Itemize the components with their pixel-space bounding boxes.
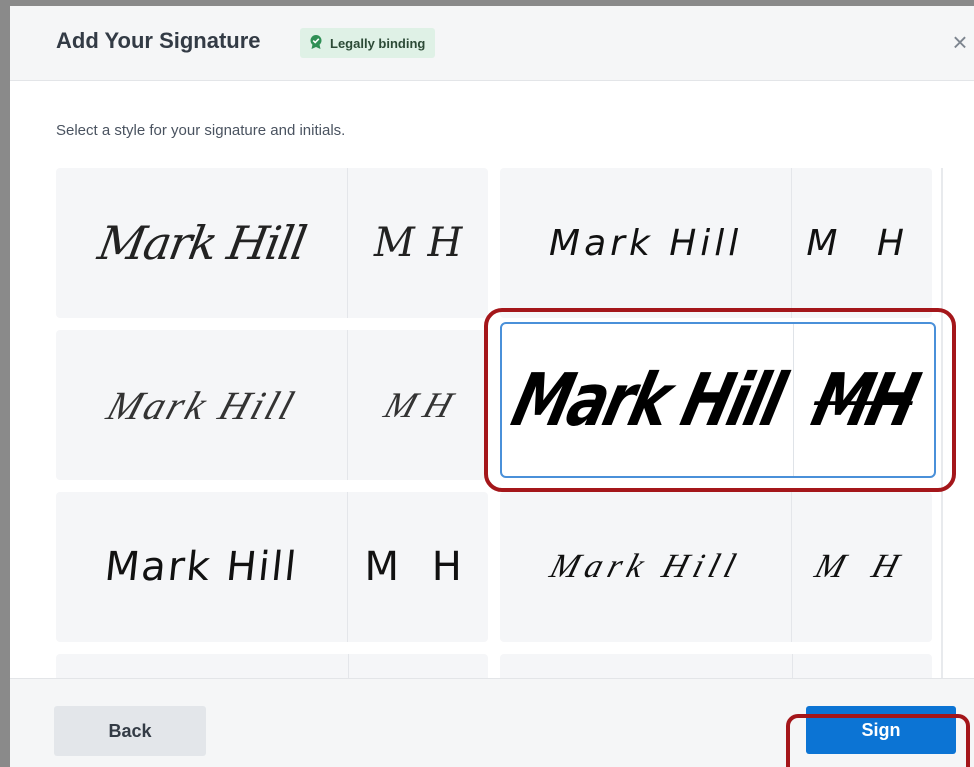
signature-full-preview: [56, 654, 349, 678]
signature-full-preview: Mark Hill: [502, 324, 795, 476]
initials-text: M H: [379, 385, 458, 425]
signature-style-option[interactable]: Mark Hill M H: [500, 492, 932, 642]
signature-text: Mark Hill: [545, 548, 746, 585]
back-button[interactable]: Back: [54, 706, 206, 756]
signature-style-option[interactable]: Mark Hill M H: [56, 330, 488, 480]
signature-style-option[interactable]: Mark Hill M H: [56, 492, 488, 642]
initials-preview: M H: [348, 330, 488, 480]
signature-dialog: Add Your Signature Legally binding × Sel…: [10, 6, 974, 767]
initials-text: M H: [806, 222, 918, 264]
initials-preview: M H: [348, 492, 488, 642]
signature-style-option-partial[interactable]: [56, 654, 488, 678]
signature-full-preview: Mark Hill: [56, 168, 349, 318]
signature-text: Mark Hill: [549, 222, 743, 264]
signature-text: Mark Hill: [101, 382, 302, 428]
verified-ribbon-icon: [308, 34, 324, 53]
sign-button[interactable]: Sign: [806, 706, 956, 754]
signature-text: Mark Hill: [504, 357, 791, 443]
close-icon[interactable]: ×: [948, 27, 972, 57]
signature-full-preview: Mark Hill: [56, 330, 349, 480]
initials-text: M H: [373, 220, 463, 266]
badge-label: Legally binding: [330, 35, 426, 51]
signature-style-option-partial[interactable]: [500, 654, 932, 678]
signature-style-option-selected[interactable]: Mark Hill MH: [500, 322, 936, 478]
signature-full-preview: Mark Hill: [56, 492, 349, 642]
initials-preview: MH: [794, 324, 934, 476]
signature-text: Mark Hill: [102, 544, 301, 590]
initials-text: MH: [804, 357, 924, 443]
legally-binding-badge: Legally binding: [300, 28, 436, 58]
window-frame: Add Your Signature Legally binding × Sel…: [0, 0, 974, 767]
initials-preview: M H: [792, 168, 932, 318]
signature-full-preview: Mark Hill: [500, 492, 793, 642]
dialog-footer: Back Sign: [10, 678, 974, 767]
signature-full-preview: Mark Hill: [500, 168, 793, 318]
instruction-text: Select a style for your signature and in…: [56, 122, 346, 139]
initials-text: M H: [811, 548, 914, 585]
signature-full-preview: [500, 654, 793, 678]
dialog-title: Add Your Signature: [56, 28, 261, 53]
signature-text: Mark Hill: [94, 216, 310, 270]
scrollbar-track[interactable]: [941, 168, 943, 678]
dialog-header: Add Your Signature Legally binding ×: [10, 6, 974, 81]
initials-preview: M H: [348, 168, 488, 318]
initials-text: M H: [364, 544, 472, 590]
signature-style-option[interactable]: Mark Hill M H: [500, 168, 932, 318]
signature-style-option[interactable]: Mark Hill M H: [56, 168, 488, 318]
initials-preview: M H: [792, 492, 932, 642]
